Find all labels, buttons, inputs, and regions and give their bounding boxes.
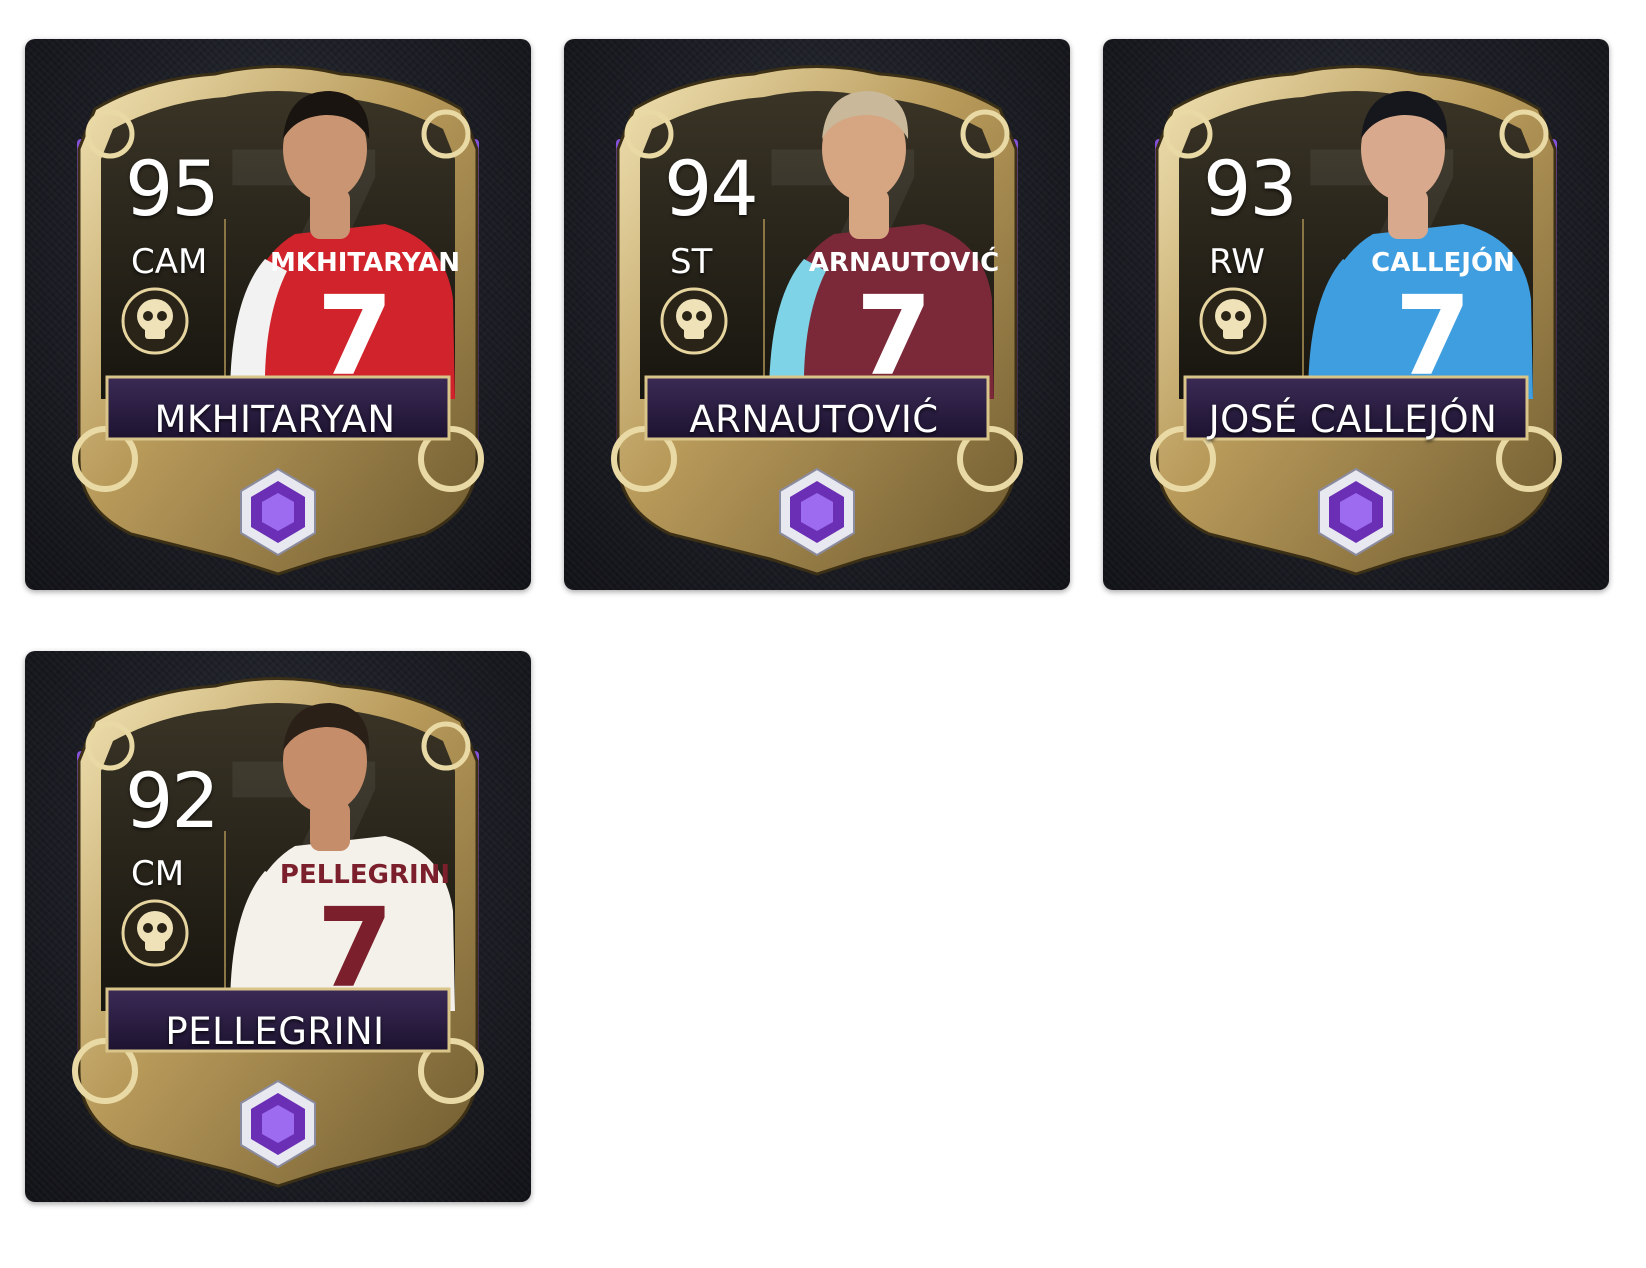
- jersey-name: MKHITARYAN: [270, 248, 460, 278]
- skull-icon: [660, 287, 728, 355]
- card-player-name: JOSÉ CALLEJÓN: [1208, 398, 1498, 441]
- skull-icon: [121, 899, 189, 967]
- player-card[interactable]: 77CALLEJÓN 93 RW JOSÉ CALLEJÓN: [1103, 39, 1609, 590]
- card-position: CAM: [131, 242, 208, 282]
- player-card[interactable]: 77PELLEGRINI 92 CM PELLEGRINI: [25, 651, 531, 1202]
- jersey-name: PELLEGRINI: [280, 860, 450, 890]
- card-player-name: PELLEGRINI: [165, 1010, 385, 1053]
- card-position: CM: [131, 854, 185, 894]
- card-rating: 92: [125, 756, 220, 845]
- player-card[interactable]: 77ARNAUTOVIĆ 94 ST ARNAUTOVIĆ: [564, 39, 1070, 590]
- card-player-name: ARNAUTOVIĆ: [689, 398, 939, 441]
- card-rating: 94: [664, 144, 759, 233]
- card-frame: 77PELLEGRINI: [72, 677, 484, 1188]
- card-frame: 77CALLEJÓN: [1150, 65, 1562, 576]
- player-card-grid: 77MKHITARYAN 95 CAM MKHITARYAN 77ARNAUTO…: [0, 0, 1646, 1268]
- card-frame: 77ARNAUTOVIĆ: [611, 65, 1023, 576]
- jersey-name: ARNAUTOVIĆ: [809, 246, 999, 278]
- card-player-name: MKHITARYAN: [154, 398, 396, 441]
- card-position: RW: [1209, 242, 1265, 282]
- skull-icon: [121, 287, 189, 355]
- card-rating: 93: [1203, 144, 1298, 233]
- card-frame: 77MKHITARYAN: [72, 65, 484, 576]
- card-rating: 95: [125, 144, 220, 233]
- card-position: ST: [670, 242, 713, 282]
- player-card[interactable]: 77MKHITARYAN 95 CAM MKHITARYAN: [25, 39, 531, 590]
- jersey-name: CALLEJÓN: [1371, 246, 1515, 278]
- skull-icon: [1199, 287, 1267, 355]
